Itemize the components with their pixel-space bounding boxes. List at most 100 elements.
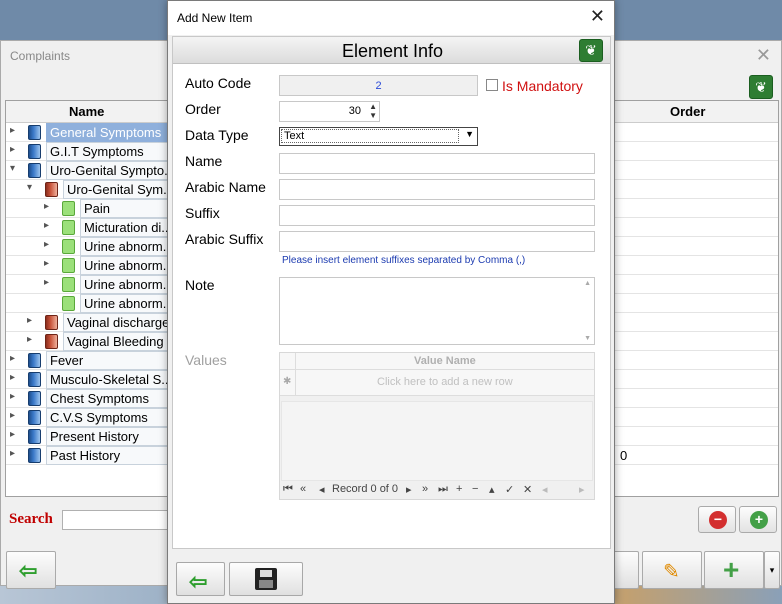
row-indicator-column — [280, 353, 296, 396]
column-header-name[interactable]: Name — [69, 104, 104, 119]
leaf-icon[interactable]: ❦ — [749, 75, 773, 99]
expand-icon[interactable]: ▸ — [10, 429, 15, 440]
name-label: Name — [185, 153, 223, 169]
expand-icon[interactable]: ▸ — [44, 220, 49, 231]
dialog-back-button[interactable]: ⇦ — [176, 562, 225, 596]
collapse-icon[interactable]: ▾ — [10, 163, 15, 174]
minus-circle-icon: − — [709, 511, 727, 529]
values-grid-header: Value Name — [280, 353, 594, 370]
expand-icon[interactable]: ▸ — [10, 125, 15, 136]
collapse-icon[interactable]: ▾ — [27, 182, 32, 193]
nav-scroll-left-icon[interactable]: ◂ — [542, 483, 548, 496]
search-input[interactable] — [62, 510, 172, 530]
expand-icon[interactable]: ▸ — [10, 391, 15, 402]
tree-row-label[interactable]: Pain — [80, 199, 170, 218]
data-type-value: Text — [281, 129, 459, 143]
name-field[interactable] — [279, 153, 595, 174]
tree-row-label[interactable]: G.I.T Symptoms — [46, 142, 170, 161]
edit-button[interactable]: ✎ — [642, 551, 702, 589]
order-spinner[interactable]: 30 ▲ ▼ — [279, 101, 380, 122]
expand-icon[interactable]: ▸ — [44, 239, 49, 250]
nav-prev-page-icon[interactable]: « — [300, 483, 306, 495]
nav-next-icon[interactable]: ▸ — [406, 483, 412, 496]
element-info-panel: Element Info ❦ Auto Code 2 Is Mandatory … — [172, 36, 611, 549]
tree-row-label[interactable]: Micturation di... — [80, 218, 170, 237]
book-icon — [28, 163, 41, 178]
nav-prev-icon[interactable]: ◂ — [319, 483, 325, 496]
dialog-titlebar: Add New Item ✕ — [168, 1, 614, 35]
scroll-down-icon[interactable]: ▼ — [584, 335, 591, 342]
arabic-suffix-field[interactable] — [279, 231, 595, 252]
column-header-order[interactable]: Order — [670, 104, 705, 119]
book-icon — [28, 410, 41, 425]
nav-remove-icon[interactable]: − — [472, 483, 478, 495]
remove-item-button[interactable]: − — [698, 506, 736, 533]
tree-row-label[interactable]: Past History — [46, 446, 170, 465]
nav-cancel-icon[interactable]: ✕ — [523, 483, 532, 496]
new-row-placeholder[interactable]: ✱ Click here to add a new row — [280, 370, 594, 396]
scroll-up-icon[interactable]: ▲ — [584, 280, 591, 287]
leaf-item-icon — [62, 239, 75, 254]
tree-row-label[interactable]: C.V.S Symptoms — [46, 408, 170, 427]
expand-icon[interactable]: ▸ — [10, 144, 15, 155]
tree-row-label[interactable]: Present History — [46, 427, 170, 446]
expand-icon[interactable]: ▸ — [10, 410, 15, 421]
tree-row-label[interactable]: Chest Symptoms — [46, 389, 170, 408]
new-button[interactable]: + — [704, 551, 764, 589]
tree-row-label[interactable]: Urine abnorm... — [80, 256, 170, 275]
expand-icon[interactable]: ▸ — [27, 315, 32, 326]
arabic-name-label: Arabic Name — [185, 179, 266, 195]
tree-row-label[interactable]: Urine abnorm... — [80, 237, 170, 256]
expand-icon[interactable]: ▸ — [10, 448, 15, 459]
expand-icon[interactable]: ▸ — [10, 353, 15, 364]
tree-row-label[interactable]: Fever — [46, 351, 170, 370]
nav-ok-icon[interactable]: ✓ — [505, 483, 514, 496]
nav-append-icon[interactable]: + — [456, 483, 462, 495]
values-label: Values — [185, 352, 227, 368]
nav-first-icon[interactable]: ⏮ — [283, 483, 293, 496]
tree-row-label[interactable]: Urine abnorm... — [80, 275, 170, 294]
expand-icon[interactable]: ▸ — [44, 258, 49, 269]
leaf-item-icon — [62, 277, 75, 292]
pencil-icon: ✎ — [663, 561, 680, 583]
complaints-close-icon[interactable]: ✕ — [756, 45, 771, 66]
nav-last-icon[interactable]: ⏭ — [438, 483, 448, 496]
book-icon — [28, 391, 41, 406]
expand-icon[interactable]: ▸ — [27, 334, 32, 345]
more-dropdown-button[interactable]: ▾ — [764, 551, 780, 589]
value-name-column-header[interactable]: Value Name — [414, 355, 476, 367]
nav-up-icon[interactable]: ▴ — [489, 483, 495, 496]
tree-row-label[interactable]: Uro-Genital Sympto... — [46, 161, 170, 180]
dialog-close-icon[interactable]: ✕ — [590, 6, 605, 27]
tree-row-label[interactable]: General Symptoms — [46, 123, 170, 142]
tree-row-label[interactable]: Urine abnorm... — [80, 294, 170, 313]
leaf-item-icon — [62, 296, 75, 311]
new-row-text[interactable]: Click here to add a new row — [377, 376, 513, 388]
arabic-suffix-label: Arabic Suffix — [185, 231, 264, 247]
arabic-name-field[interactable] — [279, 179, 595, 200]
is-mandatory-label[interactable]: Is Mandatory — [502, 78, 583, 94]
tree-row-label[interactable]: Uro-Genital Sym... — [63, 180, 170, 199]
is-mandatory-checkbox[interactable] — [486, 79, 498, 91]
save-button[interactable] — [229, 562, 303, 596]
data-type-select[interactable]: Text ▼ — [279, 127, 478, 146]
tree-row-label[interactable]: Musculo-Skeletal S... — [46, 370, 170, 389]
book-icon — [28, 353, 41, 368]
suffix-field[interactable] — [279, 205, 595, 226]
auto-code-field: 2 — [279, 75, 478, 96]
nav-next-page-icon[interactable]: » — [422, 483, 428, 495]
chevron-down-icon[interactable]: ▼ — [465, 129, 474, 139]
expand-icon[interactable]: ▸ — [10, 372, 15, 383]
back-button[interactable]: ⇦ — [6, 551, 56, 589]
expand-icon[interactable]: ▸ — [44, 277, 49, 288]
spinner-arrows-icon[interactable]: ▲ ▼ — [369, 102, 377, 120]
note-field[interactable]: ▲ ▼ — [279, 277, 595, 345]
book-icon — [28, 125, 41, 140]
add-item-button[interactable]: + — [739, 506, 777, 533]
nav-scroll-right-icon[interactable]: ▸ — [579, 483, 585, 496]
tree-row-label[interactable]: Vaginal Bleeding — [63, 332, 170, 351]
complaints-window-title: Complaints — [10, 49, 71, 63]
expand-icon[interactable]: ▸ — [44, 201, 49, 212]
tree-row-label[interactable]: Vaginal discharge — [63, 313, 170, 332]
leaf-icon[interactable]: ❦ — [579, 39, 603, 62]
